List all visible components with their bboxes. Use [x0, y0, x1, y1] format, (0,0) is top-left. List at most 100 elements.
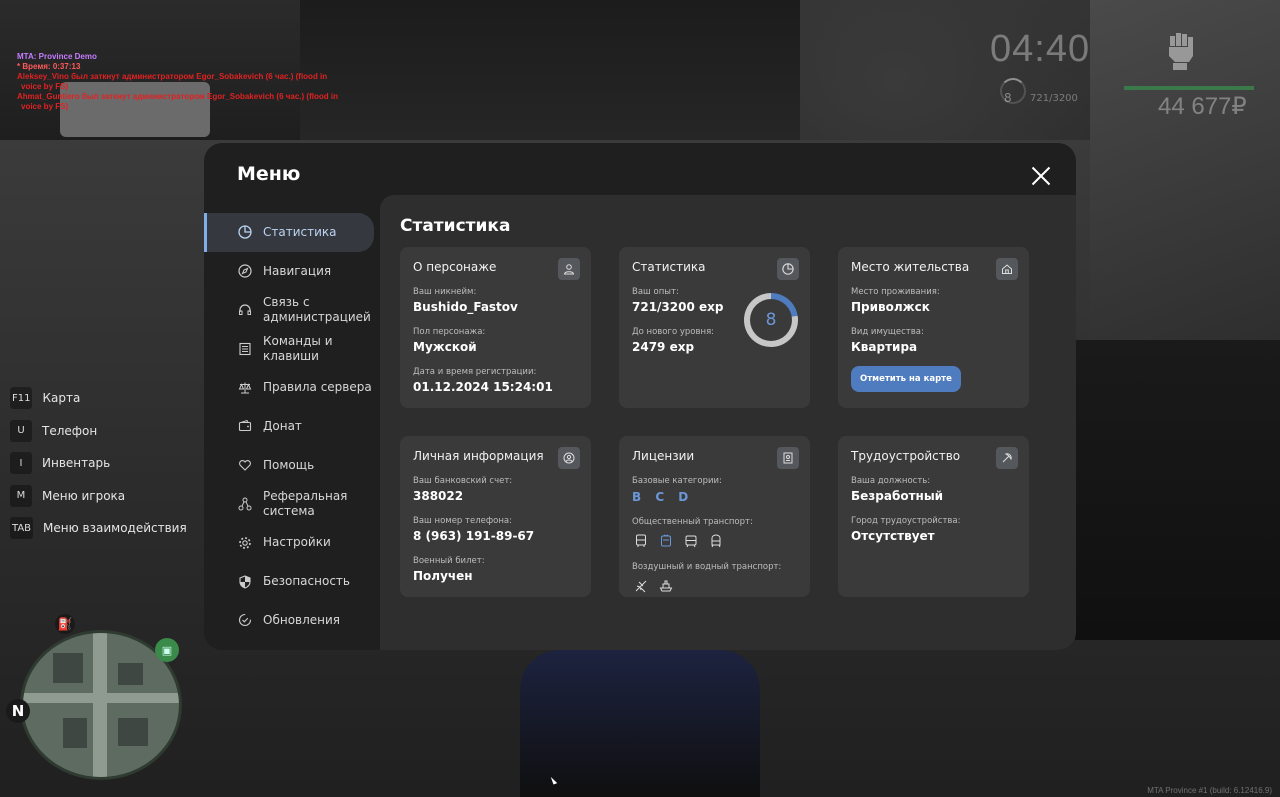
- refresh-icon: [237, 612, 253, 628]
- job-position-value: Безработный: [851, 489, 944, 503]
- residence-card: Место жительства Место проживания: Приво…: [838, 247, 1029, 408]
- minimap-block: [118, 663, 143, 685]
- gear-icon: [237, 535, 253, 551]
- employment-card: Трудоустройство Ваша должность: Безработ…: [838, 436, 1029, 597]
- airplane-icon: [632, 578, 650, 594]
- minimap-block: [53, 653, 83, 683]
- heart-hand-icon: [237, 457, 253, 473]
- sidebar-item-label: Навигация: [263, 263, 332, 278]
- minimap-road: [93, 633, 107, 777]
- sidebar-item-label: Реферальная система: [263, 488, 348, 518]
- sidebar-item-statistics[interactable]: Статистика: [204, 213, 374, 252]
- minimap-block: [118, 718, 148, 746]
- sidebar-item-help[interactable]: Помощь: [204, 446, 380, 485]
- chat-line: voice by FS): [21, 102, 69, 111]
- sidebar-item-commands[interactable]: Команды и клавиши: [204, 329, 380, 368]
- sidebar-item-label: Связь с администрацией: [263, 294, 371, 324]
- residence-place-label: Место проживания:: [851, 287, 940, 297]
- card-title: Личная информация: [413, 449, 544, 463]
- close-icon[interactable]: [1030, 165, 1052, 187]
- sidebar-item-donate[interactable]: Донат: [204, 407, 380, 446]
- build-info: MTA Province #1 (build: 6.12416.9): [1147, 786, 1272, 795]
- residence-place-value: Приволжск: [851, 300, 930, 314]
- sidebar-item-updates[interactable]: Обновления: [204, 601, 380, 640]
- base-categories-label: Базовые категории:: [632, 476, 722, 486]
- chat-log: MTA: Province Demo * Время: 0:37:13 Alek…: [17, 52, 338, 112]
- registration-label: Дата и время регистрации:: [413, 367, 537, 377]
- gender-value: Мужской: [413, 340, 477, 354]
- military-id-label: Военный билет:: [413, 556, 485, 566]
- shield-icon: [237, 574, 253, 590]
- card-title: Трудоустройство: [851, 449, 961, 463]
- background-building: [300, 0, 800, 140]
- gender-label: Пол персонажа:: [413, 327, 486, 337]
- level-value: 8: [750, 299, 792, 341]
- character-card: О персонаже Ваш никнейм: Bushido_Fastov …: [400, 247, 591, 408]
- air-water-transport-icons: [632, 578, 797, 594]
- job-city-label: Город трудоустройства:: [851, 516, 961, 526]
- chat-line: Ahmat_Guntiero был заткнут администратор…: [17, 92, 338, 101]
- property-type-label: Вид имущества:: [851, 327, 924, 337]
- chat-line: * Время: 0:37:13: [17, 62, 81, 71]
- sidebar-item-label: Команды и клавиши: [263, 333, 333, 363]
- hud-exp: 721/3200: [1030, 93, 1078, 104]
- metro-icon: [707, 533, 725, 549]
- menu-sidebar: Статистика Навигация Связь с администрац…: [204, 213, 380, 640]
- hud-money: 44 677₽: [1158, 93, 1247, 120]
- keybind-list: F11 Карта U Телефон I Инвентарь M Меню и…: [10, 387, 187, 550]
- background-wall: [1075, 340, 1280, 640]
- scales-icon: [237, 380, 253, 396]
- menu-title: Меню: [237, 163, 301, 185]
- id-badge-icon: [558, 447, 580, 469]
- sidebar-item-label: Помощь: [263, 457, 315, 472]
- card-title: Лицензии: [632, 449, 695, 463]
- sidebar-item-label: Донат: [263, 418, 302, 433]
- sidebar-item-navigation[interactable]: Навигация: [204, 252, 380, 291]
- keybind-key: TAB: [10, 517, 34, 539]
- mark-on-map-button[interactable]: Отметить на карте: [851, 366, 961, 392]
- sidebar-item-settings[interactable]: Настройки: [204, 523, 380, 562]
- card-title: Место жительства: [851, 260, 970, 274]
- main-menu: Меню Статистика Навигация Связь с админи…: [204, 143, 1076, 650]
- chat-line: MTA: Province Demo: [17, 52, 97, 61]
- keybind-label: Меню взаимодействия: [43, 521, 187, 535]
- card-title: О персонаже: [413, 260, 497, 274]
- sidebar-item-label: Безопасность: [263, 574, 350, 589]
- licenses-card: Лицензии Базовые категории: B C D Общест…: [619, 436, 810, 597]
- keybind-key: U: [10, 419, 32, 442]
- keybind-item: U Телефон: [10, 419, 187, 442]
- sidebar-item-rules[interactable]: Правила сервера: [204, 368, 380, 407]
- bus-icon: [632, 533, 650, 549]
- keybind-item: I Инвентарь: [10, 452, 187, 474]
- keybind-label: Меню игрока: [42, 488, 126, 503]
- fuel-station-icon: ⛽: [55, 614, 75, 634]
- sidebar-item-security[interactable]: Безопасность: [204, 562, 380, 601]
- bank-account-value: 388022: [413, 489, 464, 503]
- keybind-label: Телефон: [42, 423, 98, 438]
- keybind-key: F11: [10, 387, 33, 409]
- bank-account-label: Ваш банковский счет:: [413, 476, 513, 486]
- nickname-label: Ваш никнейм:: [413, 287, 477, 297]
- north-indicator: N: [6, 699, 30, 723]
- stats-panel: Статистика О персонаже Ваш никнейм: Bush…: [380, 195, 1076, 650]
- minimap-road: [23, 693, 179, 703]
- page-title: Статистика: [400, 216, 511, 236]
- keybind-key: M: [10, 484, 32, 507]
- pickaxe-icon: [996, 447, 1018, 469]
- wallet-icon: [237, 418, 253, 434]
- sidebar-item-support[interactable]: Связь с администрацией: [204, 291, 380, 330]
- fist-icon: [1169, 33, 1193, 70]
- pie-chart-icon: [237, 224, 253, 240]
- sidebar-item-referral[interactable]: Реферальная система: [204, 485, 380, 524]
- nickname-value: Bushido_Fastov: [413, 300, 518, 314]
- hud-clock: 04:40: [990, 28, 1091, 70]
- sidebar-item-label: Обновления: [263, 612, 341, 627]
- phone-value: 8 (963) 191-89-67: [413, 529, 535, 543]
- tram-icon: [682, 533, 700, 549]
- public-transport-label: Общественный транспорт:: [632, 517, 753, 527]
- trolleybus-icon: [657, 533, 675, 549]
- phone-label: Ваш номер телефона:: [413, 516, 512, 526]
- public-transport-icons: [632, 533, 797, 549]
- bus-stop-icon: ▣: [155, 638, 179, 662]
- health-bar: [1124, 86, 1254, 90]
